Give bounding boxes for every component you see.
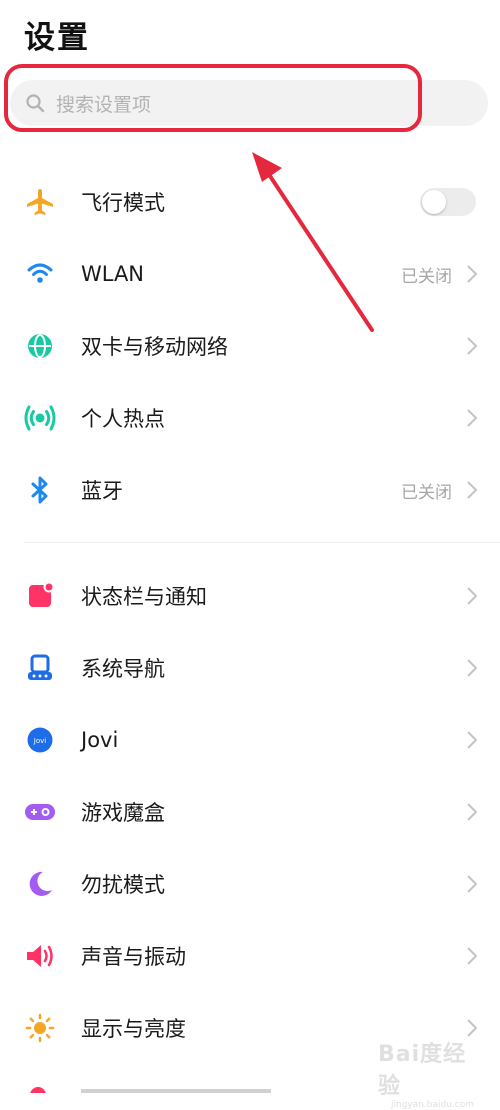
annotation-highlight-box xyxy=(4,64,422,132)
chevron-right-icon xyxy=(467,265,478,283)
chevron-right-icon xyxy=(467,587,478,605)
baidu-jingyan-watermark: Bai度经验 jingyan.baidu.com xyxy=(378,1036,474,1110)
setting-item-jovi[interactable]: Jovi Jovi xyxy=(0,704,500,776)
setting-item-navigation[interactable]: 系统导航 xyxy=(0,632,500,704)
moon-icon xyxy=(24,868,56,900)
setting-label: 勿扰模式 xyxy=(81,873,165,897)
status-text: 已关闭 xyxy=(401,266,452,287)
setting-label: 飞行模式 xyxy=(81,191,165,215)
chevron-right-icon xyxy=(467,337,478,355)
jovi-icon: Jovi xyxy=(24,724,56,756)
statusbar-icon xyxy=(24,580,56,612)
setting-item-wlan[interactable]: WLAN 已关闭 xyxy=(0,238,500,310)
setting-item-gamebox[interactable]: 游戏魔盒 xyxy=(0,776,500,848)
sun-icon xyxy=(24,1012,56,1044)
status-text: 已关闭 xyxy=(401,482,452,503)
wifi-icon xyxy=(24,258,56,290)
airplane-icon xyxy=(24,186,56,218)
setting-label: 系统导航 xyxy=(81,657,165,681)
navigation-icon xyxy=(24,652,56,684)
setting-label: Jovi xyxy=(81,728,119,752)
hotspot-icon xyxy=(24,402,56,434)
partially-visible-row xyxy=(30,1087,271,1093)
setting-label: 声音与振动 xyxy=(81,945,186,969)
setting-item-hotspot[interactable]: 个人热点 xyxy=(0,382,500,454)
setting-label: 显示与亮度 xyxy=(81,1017,186,1041)
jovi-icon-text: Jovi xyxy=(33,737,46,745)
setting-label: 游戏魔盒 xyxy=(81,801,165,825)
chevron-right-icon xyxy=(467,947,478,965)
section-divider xyxy=(24,542,500,543)
chevron-right-icon xyxy=(467,875,478,893)
setting-label: 状态栏与通知 xyxy=(81,585,207,609)
setting-item-dnd[interactable]: 勿扰模式 xyxy=(0,848,500,920)
chevron-right-icon xyxy=(467,481,478,499)
chevron-right-icon xyxy=(467,803,478,821)
watermark-url: jingyan.baidu.com xyxy=(390,1100,474,1110)
setting-item-statusbar[interactable]: 状态栏与通知 xyxy=(0,560,500,632)
setting-item-bluetooth[interactable]: 蓝牙 已关闭 xyxy=(0,454,500,526)
bluetooth-icon xyxy=(24,474,56,506)
toggle-knob xyxy=(422,190,446,214)
speaker-icon xyxy=(24,940,56,972)
chevron-right-icon xyxy=(467,1019,478,1037)
setting-item-sound[interactable]: 声音与振动 xyxy=(0,920,500,992)
gamepad-icon xyxy=(24,796,56,828)
chevron-right-icon xyxy=(467,659,478,677)
setting-label: WLAN xyxy=(81,262,145,286)
chevron-right-icon xyxy=(467,731,478,749)
page-title: 设置 xyxy=(24,20,90,56)
globe-icon xyxy=(24,330,56,362)
setting-item-airplane-mode[interactable]: 飞行模式 xyxy=(0,166,500,238)
setting-label: 蓝牙 xyxy=(81,479,123,503)
setting-label: 双卡与移动网络 xyxy=(81,335,228,359)
airplane-mode-toggle[interactable] xyxy=(420,188,476,216)
chevron-right-icon xyxy=(467,409,478,427)
setting-label: 个人热点 xyxy=(81,407,165,431)
setting-item-dual-sim[interactable]: 双卡与移动网络 xyxy=(0,310,500,382)
